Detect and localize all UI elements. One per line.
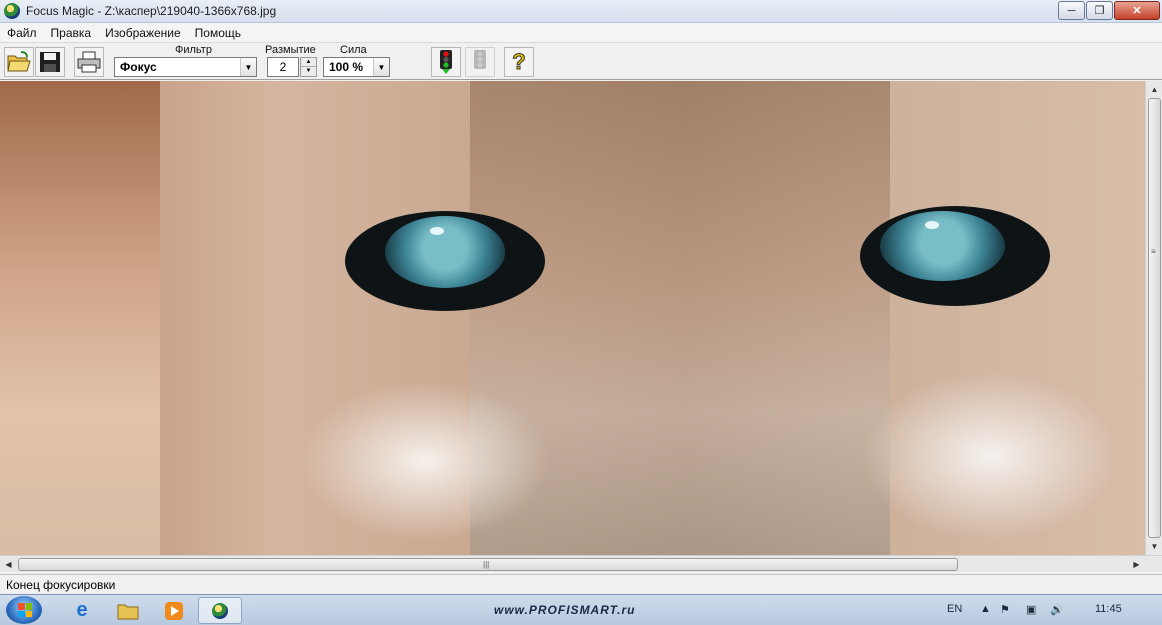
floppy-disk-icon (40, 52, 60, 72)
save-button[interactable] (35, 47, 65, 77)
media-player-icon (165, 601, 183, 620)
minimize-icon: ─ (1067, 4, 1076, 17)
filter-value: Фокус (120, 60, 157, 74)
action-center-flag-icon[interactable]: ⚑ (1000, 603, 1010, 616)
run-focus-button[interactable] (431, 47, 461, 77)
status-text: Конец фокусировки (6, 577, 116, 592)
blur-value: 2 (279, 60, 287, 74)
chevron-down-icon[interactable]: ▼ (373, 58, 389, 76)
windows-logo-icon (18, 603, 32, 617)
language-indicator[interactable]: EN (947, 603, 962, 615)
clock[interactable]: 11:45 (1095, 603, 1122, 615)
taskbar-explorer[interactable] (106, 597, 150, 624)
image-canvas[interactable] (0, 81, 1145, 555)
status-bar: Конец фокусировки (0, 574, 1162, 594)
menu-bar: Файл Правка Изображение Помощь (0, 23, 1162, 43)
watermark: www.PROFISMART.ru (494, 603, 636, 617)
focus-magic-app-icon[interactable] (4, 3, 20, 19)
scroll-up-icon[interactable]: ▲ (1146, 81, 1162, 98)
open-folder-icon (7, 51, 31, 72)
toolbar: Фильтр Фокус ▼ Размытие 2 ▲ ▼ Сила 100 %… (0, 43, 1162, 80)
maximize-button[interactable]: ❐ (1086, 1, 1113, 20)
blur-field[interactable]: 2 (267, 57, 299, 77)
title-bar: Focus Magic - Z:\каспер\219040-1366x768.… (0, 0, 1162, 23)
folder-icon (117, 604, 139, 619)
taskbar-focus-magic[interactable] (198, 597, 242, 624)
window-title: Focus Magic - Z:\каспер\219040-1366x768.… (26, 4, 277, 18)
taskbar-internet-explorer[interactable]: e (60, 597, 104, 624)
menu-edit[interactable]: Правка (44, 26, 99, 40)
filter-label: Фильтр (175, 44, 212, 56)
show-hidden-icons-icon[interactable]: ▲ (980, 603, 991, 615)
menu-help[interactable]: Помощь (188, 26, 248, 40)
minimize-button[interactable]: ─ (1058, 1, 1085, 20)
strength-select[interactable]: 100 % ▼ (323, 57, 390, 77)
volume-icon[interactable]: 🔊 (1050, 603, 1064, 616)
maximize-icon: ❐ (1094, 5, 1105, 17)
traffic-light-disabled-icon (474, 50, 486, 69)
filter-select[interactable]: Фокус ▼ (114, 57, 257, 77)
focus-magic-icon (212, 602, 228, 619)
window-controls: ─ ❐ ✕ (1057, 1, 1160, 20)
horizontal-scrollbar[interactable]: ◀ ||| ▶ (0, 555, 1162, 572)
open-button[interactable] (4, 47, 34, 77)
menu-file[interactable]: Файл (0, 26, 44, 40)
close-button[interactable]: ✕ (1114, 1, 1160, 20)
horizontal-scroll-thumb[interactable]: ||| (18, 558, 958, 571)
chevron-down-icon[interactable]: ▼ (240, 58, 256, 76)
scroll-left-icon[interactable]: ◀ (0, 556, 17, 573)
blur-stepper[interactable]: ▲ ▼ (300, 57, 317, 77)
help-button[interactable]: ? (504, 47, 534, 77)
stepper-down-icon[interactable]: ▼ (301, 67, 316, 76)
stepper-up-icon[interactable]: ▲ (301, 58, 316, 67)
scroll-right-icon[interactable]: ▶ (1128, 556, 1145, 573)
vertical-scrollbar[interactable]: ▲ ≡ ▼ (1145, 81, 1162, 555)
stop-button[interactable] (465, 47, 495, 77)
network-icon[interactable]: ▣ (1026, 603, 1036, 616)
printer-icon (77, 51, 101, 73)
close-icon: ✕ (1132, 5, 1142, 17)
scroll-down-icon[interactable]: ▼ (1146, 538, 1162, 555)
strength-value: 100 % (329, 60, 364, 74)
traffic-light-icon (440, 50, 452, 74)
start-button[interactable] (6, 596, 42, 624)
taskbar-media-player[interactable] (152, 597, 196, 624)
print-button[interactable] (74, 47, 104, 77)
menu-image[interactable]: Изображение (98, 26, 188, 40)
strength-label: Сила (340, 44, 367, 56)
internet-explorer-icon: e (76, 599, 88, 621)
blur-label: Размытие (265, 44, 316, 56)
question-mark-icon: ? (512, 49, 526, 75)
taskbar: e www.PROFISMART.ru EN ▲ ⚑ ▣ 🔊 11:45 (0, 594, 1162, 625)
vertical-scroll-thumb[interactable]: ≡ (1148, 98, 1161, 538)
